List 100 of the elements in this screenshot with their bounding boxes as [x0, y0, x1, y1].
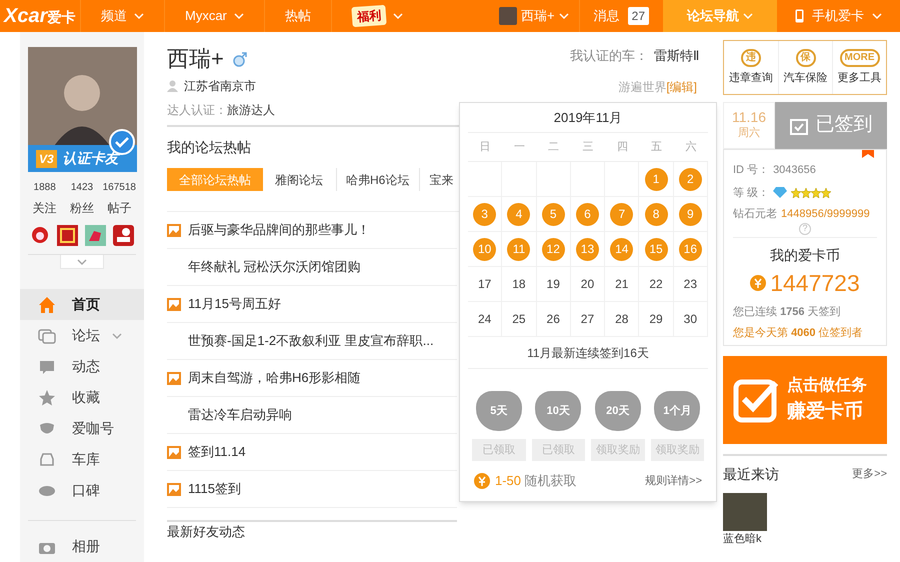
location-text: 江苏省南京市 [184, 78, 256, 95]
calendar-title: 2019年11月 [468, 103, 708, 133]
calendar-day: 29 [644, 308, 668, 330]
money-bag: 5天 [476, 391, 522, 431]
calendar-day: 22 [644, 272, 668, 296]
reward-range-text: 1-50 随机获取 [495, 472, 577, 490]
weekday-label: 五 [639, 133, 674, 162]
image-icon [167, 372, 181, 384]
points-value: 1448956/9999999 [781, 207, 870, 222]
calendar-day: 5 [542, 202, 565, 226]
post-link[interactable]: 周末自驾游，哈弗H6形影相随 [188, 368, 361, 388]
calendar-day: 3 [473, 202, 496, 226]
money-bag: 1个月 [654, 391, 700, 431]
sidebar-item[interactable]: 相册 [28, 531, 136, 562]
money-bag: 20天 [594, 391, 641, 431]
calendar-check-icon [790, 116, 808, 134]
star-icon [38, 388, 56, 406]
calendar-day: 17 [473, 272, 496, 296]
image-icon [167, 482, 181, 496]
sidebar-item[interactable]: 爱咖号 [20, 413, 144, 444]
motto-text: 游遍世界 [618, 80, 666, 94]
messages-link[interactable]: 消息 27 [578, 0, 663, 32]
diamond-icon [773, 187, 788, 198]
streak-text: 您已连续 1756 天签到 [733, 305, 842, 320]
level-badge: V3 [36, 150, 57, 168]
phone-icon [795, 9, 804, 23]
rules-link[interactable]: 规则详情>> [645, 472, 702, 489]
caret-icon [558, 12, 569, 20]
post-link[interactable]: 世预赛-国足1-2不敌叙利亚 里皮宣布辞职... [188, 331, 434, 351]
stat-link[interactable]: 帖子 [100, 199, 138, 217]
calendar-day: 26 [542, 308, 565, 330]
calendar-day: 16 [678, 238, 702, 260]
chat-bubbles-icon [38, 326, 56, 344]
message-count: 27 [628, 7, 649, 25]
more-link[interactable]: 更多>> [852, 466, 887, 483]
sidebar-item[interactable]: 动态 [20, 351, 144, 382]
post-link[interactable]: 年终献礼 冠松沃尔沃闭馆团购 [188, 257, 361, 277]
car-label: 我认证的车： [570, 47, 648, 65]
rank-label: 钻石元老 [733, 207, 777, 222]
calendar-day: 2 [678, 168, 702, 190]
post-link[interactable]: 签到11.14 [188, 442, 246, 462]
calendar-day: 27 [576, 308, 599, 330]
stat-link[interactable]: 粉丝 [63, 199, 101, 217]
calendar-day: 24 [473, 308, 496, 330]
image-icon [167, 298, 181, 310]
tool-button[interactable]: 违 违章查询 [724, 41, 778, 94]
star-icon [821, 188, 832, 198]
forum-tab[interactable]: 哈弗H6论坛 [336, 168, 418, 191]
male-symbol-icon [232, 50, 248, 66]
sidebar-item[interactable]: 车库 [20, 444, 144, 475]
sidebar-item[interactable]: 论坛 [20, 320, 144, 351]
person-icon [167, 80, 178, 92]
calendar-day: 28 [610, 308, 634, 330]
coins-title: 我的爱卡币 [769, 246, 841, 264]
tool-glyph: MORE [840, 48, 880, 67]
visitor-name[interactable]: 蓝色暗k [723, 533, 887, 546]
tool-glyph: 违 [741, 48, 761, 67]
checkbox-icon [733, 377, 779, 423]
calendar-day: 10 [473, 238, 496, 260]
post-link[interactable]: 雷达冷车启动异响 [188, 405, 292, 425]
expand-button[interactable] [60, 255, 104, 269]
stat-count: 1423 [70, 181, 94, 195]
weekday-label: 四 [605, 133, 640, 162]
coin-icon [750, 274, 766, 291]
calendar-day: 6 [576, 202, 599, 226]
expert-label: 达人认证： [167, 102, 227, 119]
car-name: 雷斯特Ⅱ [654, 47, 699, 65]
section-title: 最新好友动态 [167, 524, 246, 539]
banner-text: 点击做任务 [787, 376, 867, 396]
star-icon [801, 188, 812, 198]
avatar-icon [499, 7, 518, 25]
section-title: 我的论坛热帖 [167, 138, 251, 157]
post-link[interactable]: 后驱与豪华品牌间的那些事儿！ [188, 220, 370, 240]
logo-text: 爱卡 [47, 9, 76, 27]
badge-person-icon [113, 225, 134, 246]
forum-tab[interactable]: 雅阁论坛 [263, 168, 335, 191]
calendar-day: 21 [610, 272, 634, 296]
tool-button[interactable]: MORE 更多工具 [832, 41, 886, 94]
badge-face-icon [30, 225, 50, 245]
sidebar-item[interactable]: 口碑 [20, 475, 144, 506]
calendar-day: 14 [610, 238, 634, 260]
tool-button[interactable]: 保 汽车保险 [778, 41, 832, 94]
caret-icon [743, 12, 753, 20]
calendar-day: 18 [507, 272, 530, 296]
post-link[interactable]: 11月15号周五好 [188, 294, 281, 314]
image-icon [167, 224, 181, 236]
welfare-badge[interactable]: 福利 [351, 4, 387, 28]
id-label: ID 号： [733, 163, 770, 178]
stat-link[interactable]: 关注 [26, 199, 64, 217]
nav-item[interactable]: 福利 [330, 0, 423, 32]
post-link[interactable]: 1115签到 [188, 479, 241, 499]
verified-label: 认证卡友 [62, 149, 119, 168]
calendar-day: 12 [542, 238, 565, 260]
rank-today-text: 您是今天第 4060 位签到者 [733, 326, 864, 340]
id-value: 3043656 [773, 163, 816, 178]
calendar-day: 25 [507, 308, 530, 330]
badge-square-icon [57, 225, 78, 246]
sidebar-item[interactable]: 首页 [20, 289, 144, 320]
stat-count: 1888 [32, 181, 57, 195]
sidebar-item[interactable]: 收藏 [20, 382, 144, 413]
